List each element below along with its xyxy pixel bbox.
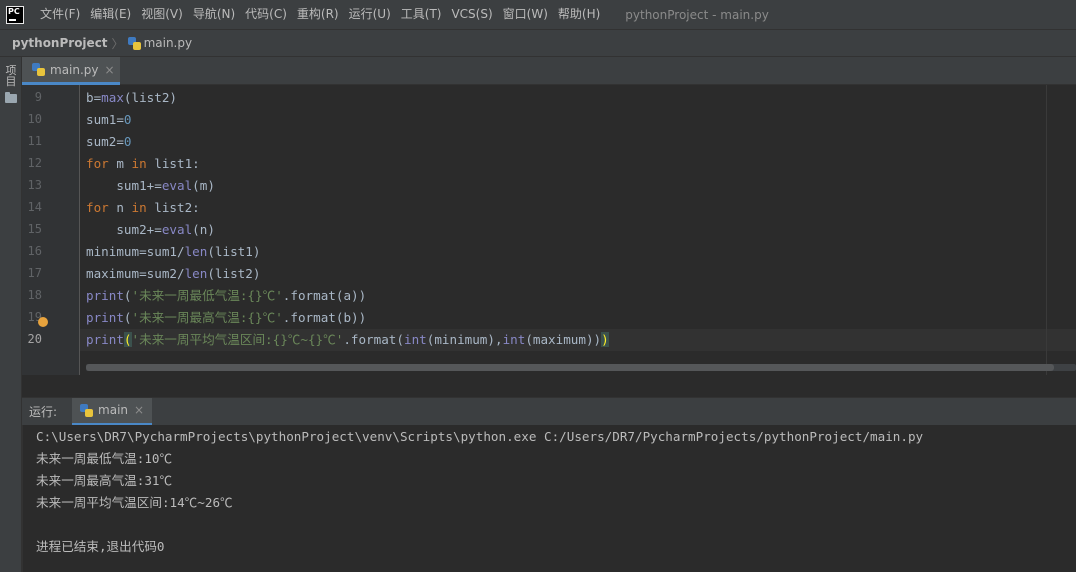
menu-edit[interactable]: 编辑(E) [85, 0, 136, 29]
scrollbar-thumb[interactable] [86, 364, 1054, 371]
menu-file[interactable]: 文件(F) [35, 0, 85, 29]
folder-icon[interactable] [5, 92, 17, 103]
run-tab-label: main [98, 403, 129, 417]
console-line: 未来一周最低气温:10℃ [36, 451, 173, 466]
menu-bar: PC 文件(F) 编辑(E) 视图(V) 导航(N) 代码(C) 重构(R) 运… [0, 0, 1076, 29]
run-panel-label: 运行: [29, 405, 58, 419]
close-icon[interactable]: × [105, 63, 115, 77]
breadcrumb-file[interactable]: main.py [144, 36, 193, 50]
tab-label: main.py [50, 62, 99, 77]
console-line: 未来一周最高气温:31℃ [36, 473, 173, 488]
python-file-icon [127, 36, 141, 50]
line-number: 18 [27, 288, 42, 302]
menu-tools[interactable]: 工具(T) [396, 0, 447, 29]
menu-run[interactable]: 运行(U) [344, 0, 396, 29]
menu-code[interactable]: 代码(C) [240, 0, 292, 29]
code-editor[interactable]: 9 10 11 12 13 14 15 16 17 18 19 20 b=max(list2) sum1… [22, 85, 1076, 397]
code-line[interactable]: sum2+=eval(n) [86, 219, 215, 241]
line-number: 17 [27, 266, 42, 280]
line-number-gutter[interactable]: 9 10 11 12 13 14 15 16 17 18 19 20 [22, 85, 80, 375]
breadcrumb: pythonProject 〉 main.py [0, 29, 1076, 57]
line-number: 14 [27, 200, 42, 214]
code-line[interactable]: print('未来一周最高气温:{}℃'.format(b)) [86, 307, 366, 329]
code-line[interactable]: sum2=0 [86, 131, 132, 153]
code-line[interactable]: print('未来一周最低气温:{}℃'.format(a)) [86, 285, 366, 307]
breadcrumb-project[interactable]: pythonProject [12, 36, 108, 50]
code-line[interactable]: minimum=sum1/len(list1) [86, 241, 260, 263]
code-line[interactable]: sum1+=eval(m) [86, 175, 215, 197]
menu-navigate[interactable]: 导航(N) [188, 0, 240, 29]
menu-help[interactable]: 帮助(H) [553, 0, 605, 29]
editor-tab-bar: main.py × [22, 57, 1076, 85]
line-number: 11 [27, 134, 42, 148]
python-icon [80, 403, 94, 417]
code-line[interactable]: b=max(list2) [86, 87, 177, 109]
menu-view[interactable]: 视图(V) [136, 0, 188, 29]
line-number: 15 [27, 222, 42, 236]
code-line[interactable]: maximum=sum2/len(list2) [86, 263, 260, 285]
line-number: 12 [27, 156, 42, 170]
console-line: 未来一周平均气温区间:14℃~26℃ [36, 495, 233, 510]
run-console[interactable]: C:\Users\DR7\PycharmProjects\pythonProje… [22, 425, 1076, 572]
console-line: 进程已结束,退出代码0 [36, 539, 165, 554]
window-title: pythonProject - main.py [625, 7, 769, 22]
breadcrumb-separator: 〉 [111, 36, 124, 51]
app-logo-text: PC [8, 6, 20, 16]
code-line[interactable]: for m in list1: [86, 153, 200, 175]
project-tool-button[interactable]: 项目 [3, 65, 19, 87]
horizontal-scrollbar[interactable] [86, 364, 1076, 371]
line-number: 10 [27, 112, 42, 126]
menu-refactor[interactable]: 重构(R) [292, 0, 344, 29]
close-icon[interactable]: × [134, 403, 144, 417]
code-line[interactable]: for n in list2: [86, 197, 200, 219]
menu-vcs[interactable]: VCS(S) [446, 0, 497, 29]
python-file-icon [32, 63, 45, 76]
line-number: 16 [27, 244, 42, 258]
menu-items: 文件(F) 编辑(E) 视图(V) 导航(N) 代码(C) 重构(R) 运行(U… [35, 0, 605, 29]
code-area[interactable]: b=max(list2) sum1=0 sum2=0 for m in list1: … [80, 85, 1076, 375]
tab-main-py[interactable]: main.py × [22, 57, 120, 85]
code-line[interactable]: print('未来一周平均气温区间:{}℃~{}℃'.format(int(mi… [86, 329, 609, 351]
lightbulb-icon[interactable] [38, 317, 48, 327]
line-number: 20 [27, 332, 42, 346]
pycharm-logo-icon[interactable]: PC [6, 5, 24, 24]
menu-window[interactable]: 窗口(W) [498, 0, 553, 29]
run-tab-main[interactable]: main × [72, 397, 153, 426]
code-line[interactable]: sum1=0 [86, 109, 132, 131]
console-line: C:\Users\DR7\PycharmProjects\pythonProje… [36, 429, 924, 444]
run-panel-header: 运行: main × [22, 397, 1076, 426]
left-tool-strip: 项目 [0, 57, 22, 572]
line-number: 13 [27, 178, 42, 192]
right-margin-guide [1046, 85, 1047, 375]
line-number: 9 [34, 90, 42, 104]
